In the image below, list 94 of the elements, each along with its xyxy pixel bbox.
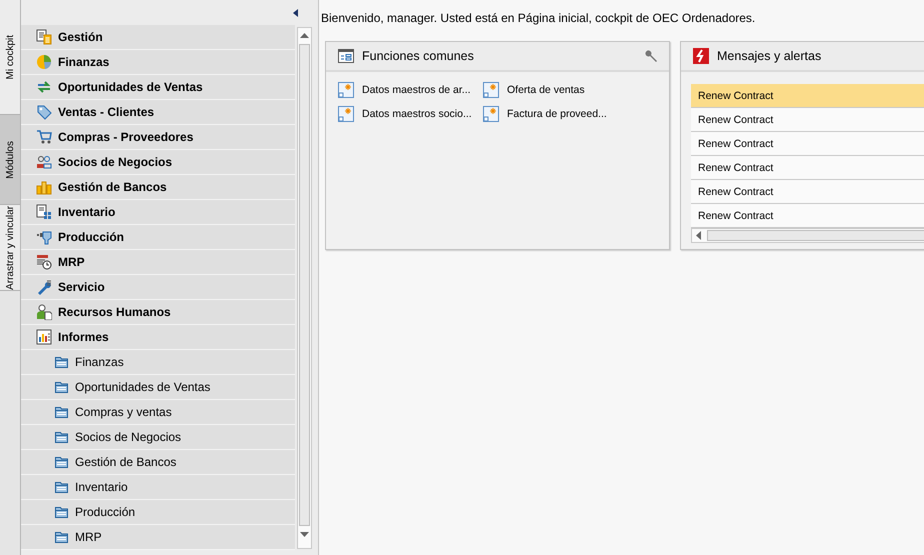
alert-row[interactable]: Renew Contract [691, 108, 924, 132]
module-item[interactable]: Oportunidades de Ventas [21, 75, 295, 100]
report-item[interactable]: Compras y ventas [21, 400, 295, 425]
report-item[interactable]: MRP [21, 525, 295, 550]
module-item[interactable]: Informes [21, 325, 295, 350]
panel-icon [338, 49, 354, 63]
module-item[interactable]: Producción [21, 225, 295, 250]
folder-icon [55, 531, 69, 543]
module-label: Recursos Humanos [58, 305, 171, 319]
welcome-text: Bienvenido, manager. Usted está en Página inicial, cockpit de OEC Ordenadores. [321, 11, 756, 25]
arrows-icon [36, 79, 52, 95]
module-label: Socios de Negocios [58, 155, 172, 169]
folder-icon [55, 356, 69, 368]
panel-title: Mensajes y alertas [717, 49, 822, 63]
calendar-clock-icon [36, 254, 52, 270]
scroll-thumb[interactable] [299, 44, 310, 526]
new-document-icon [483, 82, 499, 98]
module-item[interactable]: Servicio [21, 275, 295, 300]
report-item[interactable]: Finanzas [21, 350, 295, 375]
report-item[interactable]: Gestión de Bancos [21, 450, 295, 475]
pie-chart-icon [36, 54, 52, 70]
function-link[interactable]: Datos maestros socio... [338, 106, 483, 122]
people-icon [36, 154, 52, 170]
report-label: Oportunidades de Ventas [75, 380, 210, 394]
scroll-down-icon[interactable] [300, 532, 309, 537]
function-link[interactable]: Datos maestros de ar... [338, 82, 483, 98]
tag-icon [36, 104, 52, 120]
report-label: Socios de Negocios [75, 430, 182, 444]
module-label: Gestión de Bancos [58, 180, 167, 194]
module-item[interactable]: Compras - Proveedores [21, 125, 295, 150]
module-label: Inventario [58, 205, 116, 219]
side-tab[interactable]: Mi cockpit [0, 0, 20, 115]
module-label: Oportunidades de Ventas [58, 80, 203, 94]
folder-icon [55, 456, 69, 468]
function-link[interactable]: Factura de proveed... [483, 106, 663, 122]
report-label: Finanzas [75, 355, 124, 369]
module-label: Producción [58, 230, 124, 244]
alert-row[interactable]: Renew Contract [691, 180, 924, 204]
folder-icon [55, 481, 69, 493]
report-label: Inventario [75, 480, 128, 494]
side-tab[interactable]: Módulos [0, 115, 20, 205]
module-item[interactable]: Inventario [21, 200, 295, 225]
report-label: Compras y ventas [75, 405, 172, 419]
cart-icon [36, 129, 52, 145]
new-document-icon [338, 82, 354, 98]
new-document-icon [338, 106, 354, 122]
panel-title: Funciones comunes [362, 49, 474, 63]
report-item[interactable]: Producción [21, 500, 295, 525]
module-item[interactable]: MRP [21, 250, 295, 275]
folder-icon [55, 381, 69, 393]
module-label: Gestión [58, 30, 103, 44]
module-label: MRP [58, 255, 85, 269]
coins-icon [36, 179, 52, 195]
alert-row[interactable]: Renew Contract [691, 84, 924, 108]
function-link[interactable]: Oferta de ventas [483, 82, 663, 98]
folder-icon [55, 406, 69, 418]
bar-chart-icon [36, 329, 52, 345]
machine-icon [36, 229, 52, 245]
alert-row[interactable]: Renew Contract [691, 132, 924, 156]
horizontal-scrollbar[interactable] [691, 228, 924, 243]
module-item[interactable]: Socios de Negocios [21, 150, 295, 175]
module-label: Informes [58, 330, 109, 344]
alert-row[interactable]: Renew Contract [691, 156, 924, 180]
module-label: Compras - Proveedores [58, 130, 194, 144]
alert-row[interactable]: Renew Contract [691, 204, 924, 228]
report-item[interactable]: Inventario [21, 475, 295, 500]
alert-icon [693, 48, 709, 64]
scroll-left-icon[interactable] [696, 231, 701, 240]
scroll-thumb[interactable] [707, 230, 924, 241]
scroll-up-icon[interactable] [300, 33, 309, 38]
wrench-icon [36, 279, 52, 295]
collapse-arrow-icon[interactable] [293, 8, 298, 16]
module-label: Finanzas [58, 55, 110, 69]
grid-icon [36, 204, 52, 220]
module-label: Ventas - Clientes [58, 105, 154, 119]
module-item[interactable]: Gestión [21, 25, 295, 50]
document-icon [36, 29, 52, 45]
folder-icon [55, 431, 69, 443]
module-item[interactable]: Recursos Humanos [21, 300, 295, 325]
report-label: Producción [75, 505, 136, 519]
module-item[interactable]: Ventas - Clientes [21, 100, 295, 125]
scrollbar[interactable] [297, 27, 312, 549]
new-document-icon [483, 106, 499, 122]
report-label: Gestión de Bancos [75, 455, 176, 469]
module-item[interactable]: Finanzas [21, 50, 295, 75]
wrench-icon[interactable] [644, 50, 657, 62]
report-label: MRP [75, 530, 102, 544]
module-label: Servicio [58, 280, 105, 294]
module-item[interactable]: Gestión de Bancos [21, 175, 295, 200]
report-item[interactable]: Socios de Negocios [21, 425, 295, 450]
side-tab[interactable]: Arrastrar y vincular [0, 205, 20, 291]
person-document-icon [36, 304, 52, 320]
folder-icon [55, 506, 69, 518]
report-item[interactable]: Oportunidades de Ventas [21, 375, 295, 400]
